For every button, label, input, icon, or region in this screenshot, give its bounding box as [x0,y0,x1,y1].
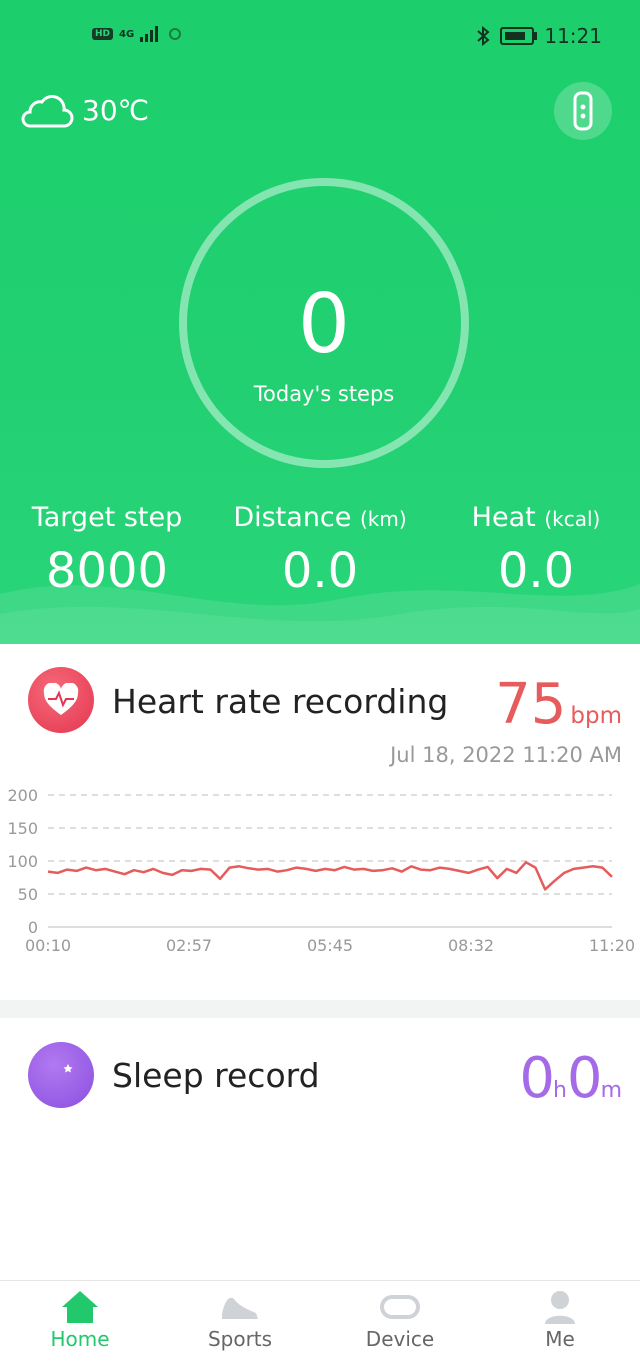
nav-label: Me [545,1327,575,1351]
section-divider [0,1000,640,1018]
heart-rate-date: Jul 18, 2022 11:20 AM [390,743,622,767]
stat-label: Target step [31,502,183,533]
stat-label: Distance [233,502,352,533]
heart-rate-badge [28,667,94,733]
wave-decoration [0,584,640,644]
y-tick-label: 0 [28,918,38,937]
x-tick-label: 00:10 [25,936,71,955]
sleep-minutes: 0 [566,1046,603,1111]
sync-icon [169,28,182,40]
nav-label: Home [50,1327,110,1351]
heart-rate-title: Heart rate recording [112,682,449,721]
x-tick-label: 02:57 [166,936,212,955]
stat-label: Heat [471,502,536,533]
heart-rate-line [47,861,613,891]
device-button[interactable] [554,82,612,140]
person-icon [545,1291,575,1324]
band-icon [380,1295,420,1319]
nav-label: Sports [207,1327,273,1351]
x-tick-label: 05:45 [307,936,353,955]
weather: 30℃ [18,90,149,130]
nav-me[interactable]: Me [480,1281,640,1370]
y-tick-label: 100 [7,852,38,871]
status-bar: HD 4G 11:21 [0,22,640,52]
signal-icon [140,26,159,42]
stat-unit: (km) [359,507,407,531]
bottom-nav: Home Sports Device Me [0,1280,640,1370]
battery-icon [500,27,538,45]
sleep-badge [28,1042,94,1108]
heart-rate-chart: 200 150 100 50 000:10 02:57 05:45 08:32 11:20 [7,786,635,955]
sleep-value: 0h0m [519,1046,622,1111]
hours-unit: h [552,1078,567,1103]
clock: 11:21 [544,24,602,48]
nav-sports[interactable]: Sports [160,1281,320,1370]
bpm-unit: bpm [570,703,622,729]
bluetooth-icon [477,26,490,46]
nav-device[interactable]: Device [320,1281,480,1370]
sleep-hours: 0 [519,1046,555,1111]
y-tick-label: 150 [7,819,38,838]
bpm-number: 75 [495,672,567,737]
network-type: 4G [119,28,135,40]
nav-home[interactable]: Home [0,1281,160,1370]
moon-icon [50,1062,73,1087]
steps-label: Today's steps [253,382,395,406]
y-tick-label: 200 [7,786,38,805]
stat-unit: (kcal) [544,507,601,531]
x-tick-label: 08:32 [448,936,494,955]
hd-badge: HD [92,28,114,40]
minutes-unit: m [600,1078,622,1103]
band-icon [573,91,593,131]
temperature: 30℃ [82,93,150,127]
steps-value: 0 [297,277,351,372]
sleep-title: Sleep record [112,1056,320,1095]
shoe-icon [222,1297,258,1319]
x-tick-label: 11:20 [589,936,635,955]
heart-rate-value: 75 bpm [495,672,622,737]
hero-panel: HD 4G 11:21 30℃ 0 Today's steps Target s… [0,0,640,644]
cloud-icon [21,95,74,128]
y-tick-label: 50 [18,885,38,904]
nav-label: Device [365,1327,435,1351]
home-icon [62,1291,98,1323]
heart-icon [43,683,79,715]
